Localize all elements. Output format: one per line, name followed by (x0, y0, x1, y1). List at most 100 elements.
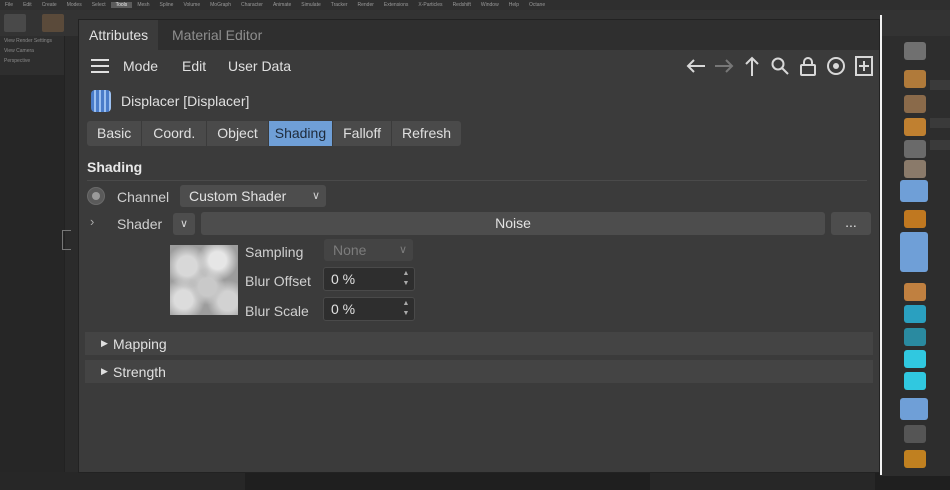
viewport-area (0, 75, 64, 475)
panel-edge (880, 15, 882, 475)
object-icon[interactable] (904, 160, 926, 178)
object-icon[interactable] (904, 140, 926, 158)
app-menu-item[interactable]: Create (37, 2, 62, 8)
panel-divider (62, 230, 71, 250)
blur-offset-field[interactable]: 0 % ▲ ▼ (323, 267, 415, 291)
channel-value: Custom Shader (189, 188, 287, 204)
app-menu-item[interactable]: Select (87, 2, 111, 8)
side-field (930, 118, 950, 128)
bottom-block (650, 472, 875, 490)
app-menu-item[interactable]: MoGraph (205, 2, 236, 8)
group-mapping-label: Mapping (113, 336, 167, 352)
arrow-right-icon[interactable] (713, 55, 735, 77)
app-menu-item[interactable]: Tracker (326, 2, 353, 8)
stepper-icon[interactable]: ▲ ▼ (401, 269, 411, 289)
arrow-up-icon[interactable] (741, 55, 763, 77)
page-tab-falloff[interactable]: Falloff (333, 121, 392, 146)
viewport-label: Perspective (4, 58, 31, 64)
blur-offset-label: Blur Offset (245, 273, 311, 289)
arrow-left-icon[interactable] (685, 55, 707, 77)
page-tab-refresh[interactable]: Refresh (392, 121, 461, 146)
page-tab-basic[interactable]: Basic (87, 121, 143, 146)
app-menu-item[interactable]: Tools (110, 2, 133, 8)
cube-icon[interactable] (904, 42, 926, 60)
app-menubar: File Edit Create Modes Select Tools Mesh Spline… (0, 0, 950, 10)
tab-attributes[interactable]: Attributes (79, 20, 159, 50)
menu-edit[interactable]: Edit (182, 50, 206, 82)
app-menu-item[interactable]: Character (236, 2, 268, 8)
app-menu-item[interactable]: Octane (524, 2, 550, 8)
tab-material-editor[interactable]: Material Editor (162, 20, 272, 50)
triangle-right-icon: ▶ (101, 366, 108, 376)
object-icon[interactable] (904, 70, 926, 88)
deformer-icon[interactable] (900, 232, 928, 272)
sampling-label: Sampling (245, 244, 304, 260)
object-title: Displacer [Displacer] (121, 93, 250, 109)
object-icon[interactable] (904, 425, 926, 443)
object-icon[interactable] (904, 210, 926, 228)
blur-scale-value: 0 % (331, 301, 356, 317)
group-strength[interactable]: ▶ Strength (85, 360, 873, 383)
new-panel-icon[interactable] (853, 55, 875, 77)
object-icon[interactable] (904, 118, 926, 136)
stepper-icon[interactable]: ▲ ▼ (401, 299, 411, 319)
target-icon[interactable] (825, 55, 847, 77)
app-menu-item[interactable]: Spline (155, 2, 179, 8)
app-menu-item[interactable]: Animate (268, 2, 296, 8)
app-menu-item[interactable]: Simulate (296, 2, 325, 8)
shader-button[interactable]: Noise (201, 212, 825, 235)
chevron-down-icon: ∨ (311, 190, 320, 202)
page-tab-object[interactable]: Object (207, 121, 269, 146)
app-menu-item[interactable]: Render (353, 2, 379, 8)
viewport-header: View Render Settings (4, 38, 52, 44)
shader-label: Shader (117, 216, 163, 232)
triangle-right-icon: ▶ (101, 338, 108, 348)
channel-radio[interactable] (87, 187, 105, 205)
sampling-select[interactable]: None ∨ (324, 239, 413, 261)
object-icon[interactable] (904, 95, 926, 113)
app-menu-item[interactable]: Redshift (448, 2, 476, 8)
channel-select[interactable]: Custom Shader ∨ (180, 185, 326, 207)
toolbar-button[interactable] (42, 14, 64, 32)
page-tab-coord[interactable]: Coord. (142, 121, 208, 146)
group-mapping[interactable]: ▶ Mapping (85, 332, 873, 355)
search-icon[interactable] (769, 55, 791, 77)
app-menu-item[interactable]: File (0, 2, 18, 8)
shader-preview (170, 245, 238, 315)
viewport-menu: View Camera (4, 48, 34, 54)
group-strength-label: Strength (113, 364, 166, 380)
chevron-down-icon: ∨ (398, 244, 407, 256)
app-menu-item[interactable]: Edit (18, 2, 37, 8)
app-menu-item[interactable]: X-Particles (413, 2, 447, 8)
displacer-icon (91, 90, 111, 112)
channel-label: Channel (117, 189, 170, 205)
bottom-block (0, 472, 245, 490)
hamburger-menu-icon[interactable] (91, 59, 109, 73)
chevron-right-icon[interactable]: › (90, 214, 94, 229)
object-icon[interactable] (904, 372, 926, 390)
blur-scale-label: Blur Scale (245, 303, 309, 319)
shader-more-button[interactable]: ... (831, 212, 871, 235)
object-icon[interactable] (904, 283, 926, 301)
app-menu-item[interactable]: Modes (62, 2, 87, 8)
object-header: Displacer [Displacer] (79, 82, 879, 118)
object-icon[interactable] (900, 180, 928, 202)
object-icon[interactable] (904, 305, 926, 323)
shader-dropdown-button[interactable]: ∨ (173, 213, 195, 235)
menu-user-data[interactable]: User Data (228, 50, 291, 82)
menu-mode[interactable]: Mode (123, 50, 158, 82)
app-menu-item[interactable]: Window (476, 2, 504, 8)
object-icon[interactable] (904, 450, 926, 468)
app-menu-item[interactable]: Help (504, 2, 524, 8)
section-title: Shading (87, 159, 143, 175)
toolbar-button[interactable] (4, 14, 26, 32)
page-tab-shading[interactable]: Shading (268, 121, 334, 146)
app-menu-item[interactable]: Mesh (132, 2, 154, 8)
object-icon[interactable] (904, 328, 926, 346)
app-menu-item[interactable]: Extensions (379, 2, 413, 8)
app-menu-item[interactable]: Volume (178, 2, 205, 8)
lock-icon[interactable] (797, 55, 819, 77)
object-icon[interactable] (904, 350, 926, 368)
object-icon[interactable] (900, 398, 928, 420)
blur-scale-field[interactable]: 0 % ▲ ▼ (323, 297, 415, 321)
